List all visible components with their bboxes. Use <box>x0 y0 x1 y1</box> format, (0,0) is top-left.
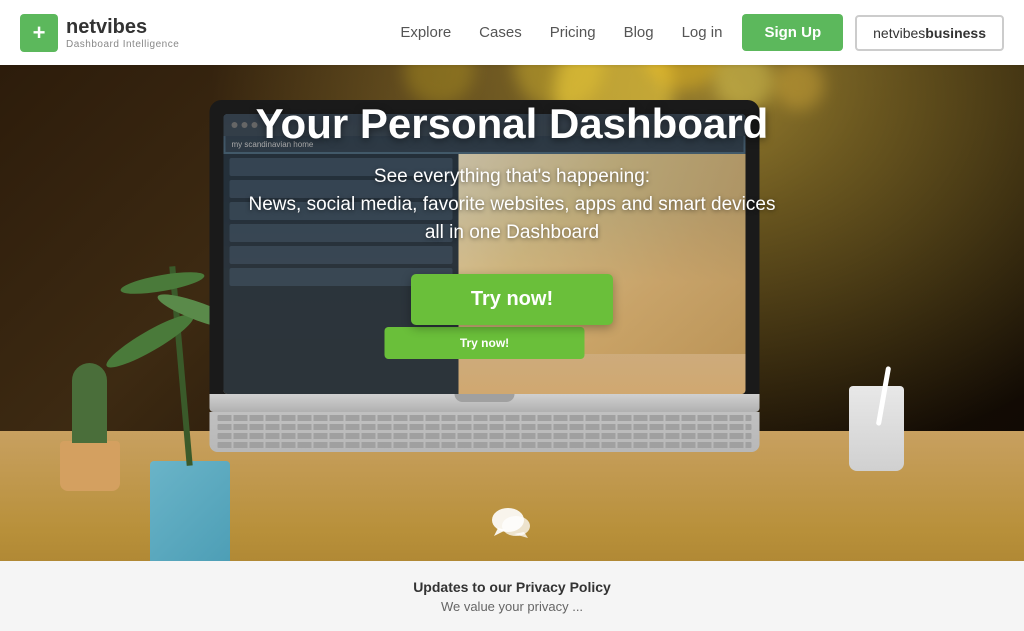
laptop-notch <box>455 394 515 402</box>
chat-bubble-icon[interactable] <box>488 498 536 546</box>
navbar: + netvibes Dashboard Intelligence Explor… <box>0 0 1024 65</box>
logo-area[interactable]: + netvibes Dashboard Intelligence <box>20 14 179 52</box>
business-label-suffix: business <box>925 25 986 41</box>
logo-icon: + <box>20 14 58 52</box>
cup-decoration <box>849 386 904 471</box>
signup-button[interactable]: Sign Up <box>742 14 843 51</box>
screen-title-bar: my scandinavian home <box>226 136 744 152</box>
laptop-screen-outer: my scandinavian home Try now! <box>210 100 760 394</box>
screen-content: my scandinavian home Try now! <box>224 114 746 394</box>
bottom-privacy-strip: Updates to our Privacy Policy We value y… <box>0 561 1024 631</box>
screen-try-button[interactable]: Try now! <box>385 327 585 359</box>
privacy-subtitle: We value your privacy ... <box>441 599 583 614</box>
screen-try-label: Try now! <box>460 336 509 350</box>
privacy-title: Updates to our Privacy Policy <box>413 579 611 595</box>
laptop-screen-inner: my scandinavian home Try now! <box>224 114 746 394</box>
nav-blog[interactable]: Blog <box>624 24 654 41</box>
business-button[interactable]: netvibesbusiness <box>855 15 1004 51</box>
try-now-button[interactable]: Try now! <box>411 274 613 325</box>
business-label-prefix: netvibes <box>873 25 925 41</box>
laptop-keyboard <box>210 412 760 452</box>
nav-login[interactable]: Log in <box>682 24 723 41</box>
nav-pricing[interactable]: Pricing <box>550 24 596 41</box>
nav-links: Explore Cases Pricing Blog Log in <box>400 24 722 41</box>
screen-title-text: my scandinavian home <box>232 140 314 149</box>
nav-cases[interactable]: Cases <box>479 24 522 41</box>
brand-tagline: Dashboard Intelligence <box>66 39 179 50</box>
nav-explore[interactable]: Explore <box>400 24 451 41</box>
brand-name: netvibes <box>66 15 179 39</box>
logo-plus-symbol: + <box>33 22 46 44</box>
screen-header-bar <box>224 114 746 136</box>
logo-text: netvibes Dashboard Intelligence <box>66 15 179 50</box>
laptop-base <box>210 394 760 412</box>
